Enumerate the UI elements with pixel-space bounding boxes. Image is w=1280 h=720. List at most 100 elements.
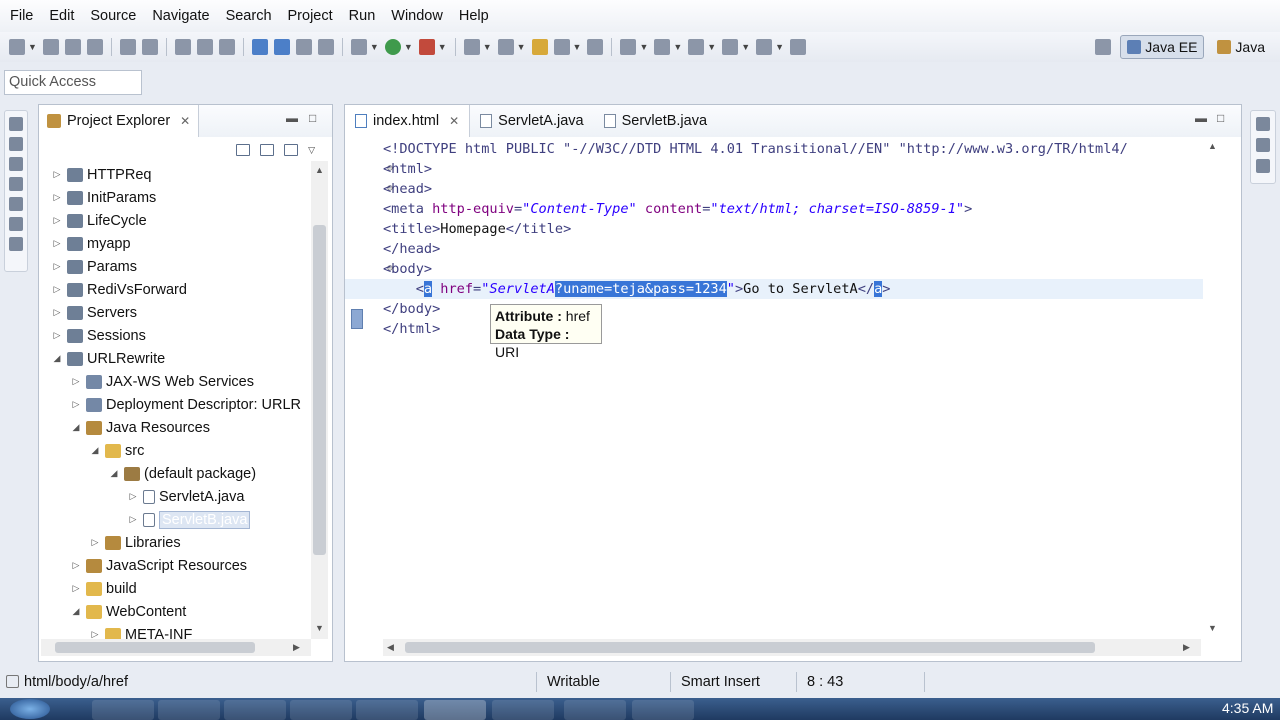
disconnect-icon[interactable] xyxy=(317,39,334,55)
collapse-all-icon[interactable] xyxy=(236,144,251,156)
debug-icon[interactable] xyxy=(350,39,367,55)
code-line[interactable]: </html> xyxy=(345,319,1203,339)
tree-item[interactable]: ▷ HTTPReq xyxy=(51,163,152,186)
task-list-icon[interactable] xyxy=(1256,159,1270,173)
taskbar-app-firefox[interactable] xyxy=(290,700,352,720)
perspective-javaee[interactable]: Java EE xyxy=(1120,35,1205,59)
new-icon[interactable] xyxy=(9,39,25,55)
chevron-down-icon[interactable]: ▼ xyxy=(707,42,716,52)
outline-view-icon[interactable] xyxy=(1256,138,1270,152)
tree-item[interactable]: ▷ Libraries xyxy=(89,531,181,554)
chevron-down-icon[interactable]: ▼ xyxy=(639,42,648,52)
resume-icon[interactable] xyxy=(251,39,268,55)
tree-item[interactable]: ▷ Servers xyxy=(51,301,137,324)
taskbar-app-tool[interactable] xyxy=(492,700,554,720)
expand-arrow-icon[interactable]: ▷ xyxy=(70,399,82,410)
scroll-up-icon[interactable]: ▲ xyxy=(315,165,324,175)
next-annotation-icon[interactable] xyxy=(654,39,671,55)
chevron-down-icon[interactable]: ▼ xyxy=(775,42,784,52)
chevron-down-icon[interactable]: ▼ xyxy=(404,42,413,52)
collapse-arrow-icon[interactable]: ◢ xyxy=(51,353,63,364)
tree-item[interactable]: ▷ ServletB.java xyxy=(127,508,251,531)
markers-view-icon[interactable] xyxy=(9,157,23,171)
code-editor[interactable]: <!DOCTYPE html PUBLIC "-//W3C//DTD HTML … xyxy=(345,137,1205,637)
new-class-icon[interactable] xyxy=(497,39,514,55)
scroll-right-icon[interactable]: ▶ xyxy=(293,642,300,653)
data-source-view-icon[interactable] xyxy=(9,197,23,211)
expand-arrow-icon[interactable]: ▷ xyxy=(89,629,101,639)
code-line[interactable]: </body> xyxy=(345,299,1203,319)
scroll-left-icon[interactable]: ◀ xyxy=(387,642,394,653)
tab-servleta-java[interactable]: ServletA.java xyxy=(470,105,593,137)
maximize-icon[interactable]: □ xyxy=(309,111,316,125)
code-line[interactable]: ⊖ <body> xyxy=(345,259,1203,279)
start-button-icon[interactable] xyxy=(10,699,50,719)
save-icon[interactable] xyxy=(42,39,59,55)
redo-icon[interactable] xyxy=(196,39,213,55)
menu-source[interactable]: Source xyxy=(82,0,144,32)
chevron-down-icon[interactable]: ▼ xyxy=(438,42,447,52)
taskbar-app-paint[interactable] xyxy=(356,700,418,720)
code-line[interactable]: ⊖ <html> xyxy=(345,159,1203,179)
scroll-down-icon[interactable]: ▼ xyxy=(315,623,324,633)
servers-view-icon[interactable] xyxy=(9,177,23,191)
menu-run[interactable]: Run xyxy=(341,0,384,32)
expand-arrow-icon[interactable]: ▷ xyxy=(51,169,63,180)
expand-arrow-icon[interactable]: ▷ xyxy=(51,307,63,318)
tree-item[interactable]: ▷ ServletA.java xyxy=(127,485,245,508)
tree-item[interactable]: ▷ LifeCycle xyxy=(51,209,147,232)
scrollbar-thumb[interactable] xyxy=(313,225,326,555)
expand-arrow-icon[interactable]: ▷ xyxy=(51,330,63,341)
horizontal-scrollbar[interactable]: ▶ xyxy=(41,639,311,656)
menu-navigate[interactable]: Navigate xyxy=(144,0,217,32)
suspend-icon[interactable] xyxy=(273,39,290,55)
taskbar-app-media[interactable] xyxy=(158,700,220,720)
quick-access-input[interactable]: Quick Access xyxy=(4,70,142,95)
terminate-icon[interactable] xyxy=(295,39,312,55)
tree-item[interactable]: ▷ Sessions xyxy=(51,324,146,347)
code-line[interactable]: <!DOCTYPE html PUBLIC "-//W3C//DTD HTML … xyxy=(345,139,1203,159)
chevron-down-icon[interactable]: ▼ xyxy=(741,42,750,52)
taskbar-app-camera[interactable] xyxy=(632,700,694,720)
chevron-down-icon[interactable]: ▼ xyxy=(28,42,37,52)
task-icon[interactable] xyxy=(587,39,604,55)
new-server-icon[interactable] xyxy=(463,39,480,55)
tree-item[interactable]: ◢ src xyxy=(89,439,145,462)
taskbar-app-explorer[interactable] xyxy=(564,700,626,720)
expand-arrow-icon[interactable]: ▷ xyxy=(70,560,82,571)
code-line[interactable]: <title>Homepage</title> xyxy=(345,219,1203,239)
outline-view-icon[interactable] xyxy=(9,137,23,151)
tree-item[interactable]: ▷ RediVsForward xyxy=(51,278,187,301)
menu-project[interactable]: Project xyxy=(280,0,341,32)
chevron-down-icon[interactable]: ▼ xyxy=(517,42,526,52)
code-line[interactable]: </head> xyxy=(345,239,1203,259)
tree-item[interactable]: ▷ JavaScript Resources xyxy=(70,554,248,577)
horizontal-scrollbar[interactable]: ◀ ▶ xyxy=(383,639,1201,656)
save-all-icon[interactable] xyxy=(64,39,81,55)
tree-item[interactable]: ▷ META-INF xyxy=(89,623,192,639)
vertical-scrollbar[interactable]: ▲ ▼ xyxy=(311,161,328,639)
tree-item[interactable]: ◢ Java Resources xyxy=(70,416,210,439)
chevron-down-icon[interactable]: ▼ xyxy=(483,42,492,52)
expand-arrow-icon[interactable]: ▷ xyxy=(51,261,63,272)
vertical-scrollbar[interactable]: ▲ ▼ xyxy=(1203,137,1221,637)
expand-arrow-icon[interactable]: ▷ xyxy=(70,376,82,387)
minimize-icon[interactable]: ▬ xyxy=(286,111,298,125)
tree-item[interactable]: ◢ (default package) xyxy=(108,462,257,485)
scrollbar-thumb[interactable] xyxy=(55,642,255,653)
expand-arrow-icon[interactable]: ▷ xyxy=(51,238,63,249)
tree-item[interactable]: ▷ myapp xyxy=(51,232,131,255)
perspective-java[interactable]: Java xyxy=(1210,35,1272,59)
tree-item[interactable]: ▷ Deployment Descriptor: URLR xyxy=(70,393,301,416)
step-icon[interactable] xyxy=(218,39,235,55)
tree-item[interactable]: ◢ WebContent xyxy=(70,600,187,623)
code-line[interactable]: ⊖ <head> xyxy=(345,179,1203,199)
collapse-arrow-icon[interactable]: ◢ xyxy=(108,468,120,479)
open-type-icon[interactable] xyxy=(531,39,548,55)
menu-window[interactable]: Window xyxy=(383,0,451,32)
expand-arrow-icon[interactable]: ▷ xyxy=(127,491,139,502)
forward-icon[interactable] xyxy=(756,39,773,55)
filter-icon[interactable] xyxy=(284,144,299,156)
expand-arrow-icon[interactable]: ▷ xyxy=(51,284,63,295)
tree-item[interactable]: ▷ Params xyxy=(51,255,137,278)
